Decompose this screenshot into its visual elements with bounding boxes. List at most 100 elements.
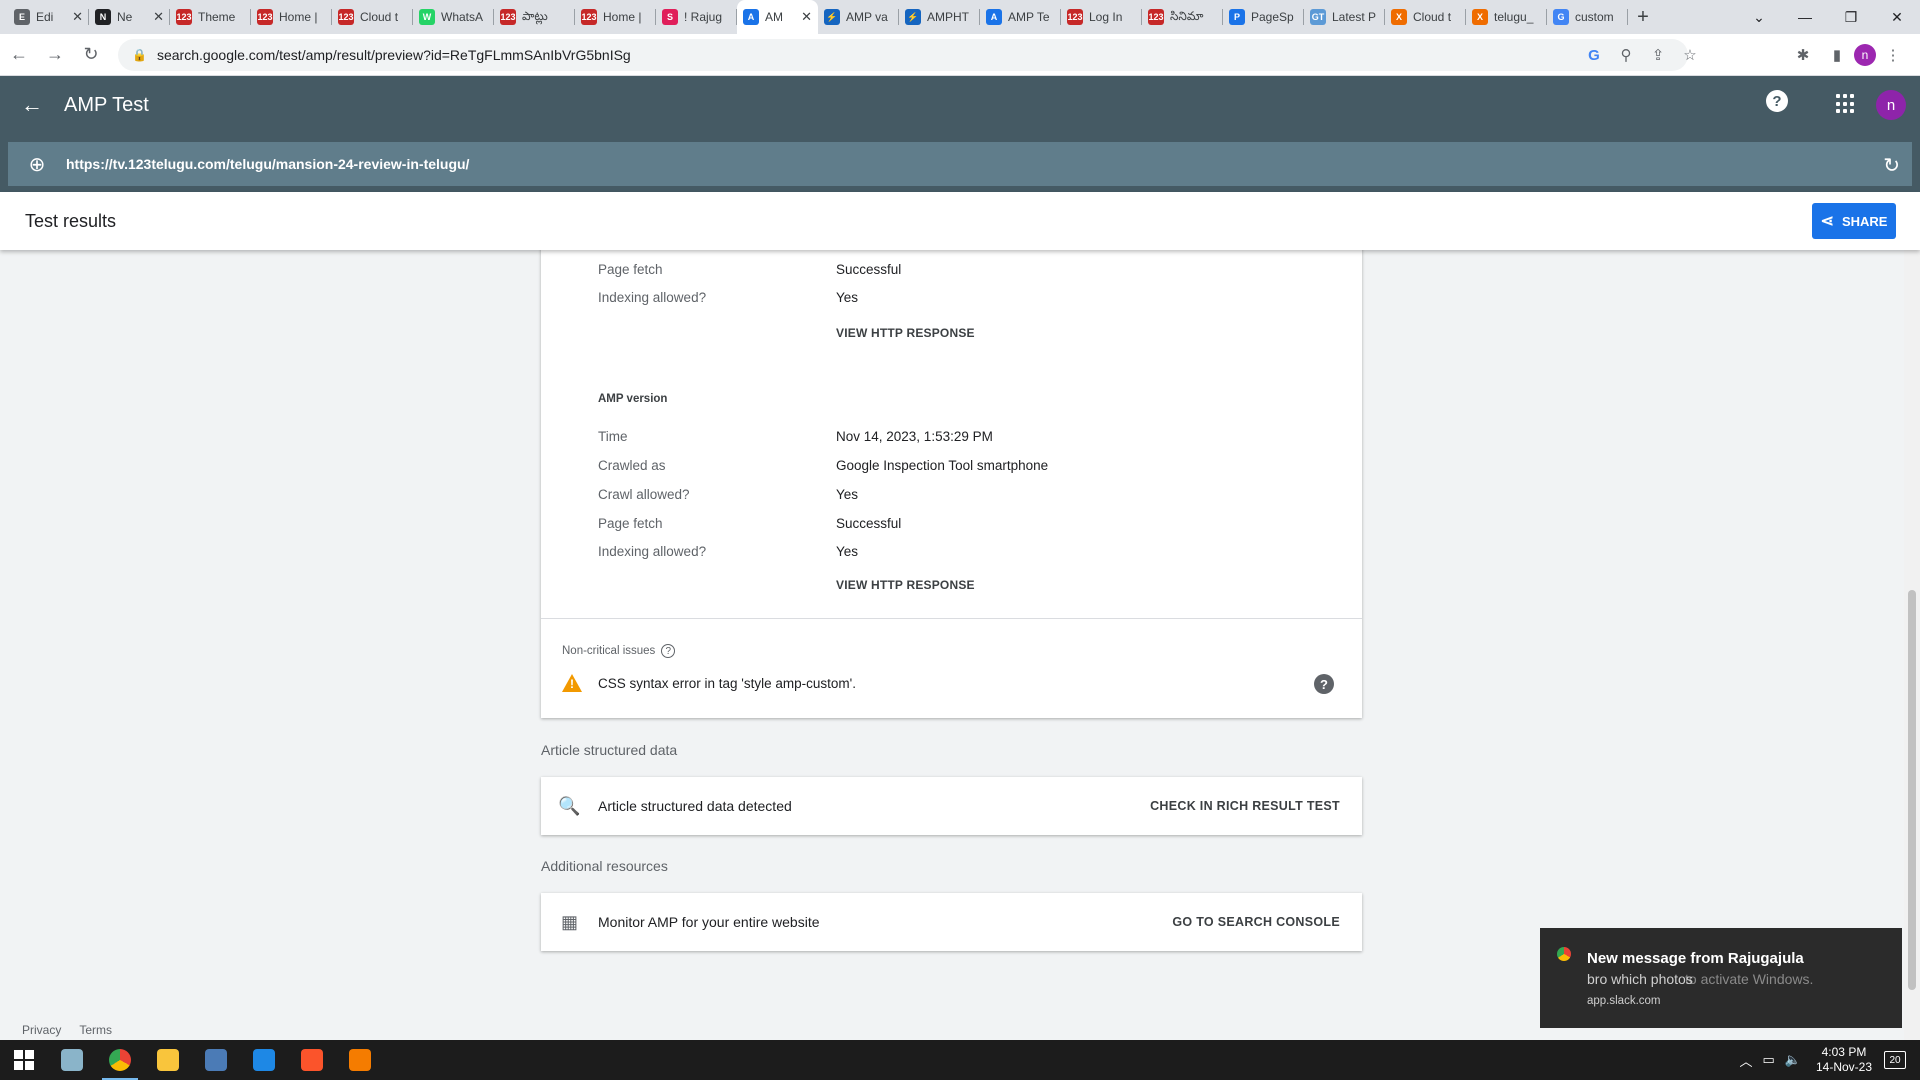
browser-tab[interactable]: Xtelugu_ <box>1466 0 1547 34</box>
browser-tab[interactable]: 123 Theme <box>170 0 251 34</box>
info-help-icon[interactable]: ? <box>661 644 676 658</box>
volume-icon[interactable]: 🔈 <box>1785 1052 1801 1068</box>
chrome-icon <box>1557 947 1571 961</box>
file-explorer-icon[interactable] <box>144 1040 192 1080</box>
browser-tab[interactable]: A AM ✕ <box>737 0 818 34</box>
issue-text[interactable]: CSS syntax error in tag 'style amp-custo… <box>598 676 856 691</box>
notepad-app-icon[interactable] <box>48 1040 96 1080</box>
tab-close-icon[interactable]: ✕ <box>72 9 83 25</box>
apps-grid-icon[interactable] <box>1836 94 1856 114</box>
system-tray: ︿ ▭ 🔈 4:03 PM 14-Nov-23 20 <box>1734 1040 1920 1080</box>
globe-icon: ⊕ <box>28 153 46 176</box>
calculator-app-icon[interactable] <box>192 1040 240 1080</box>
browser-tab[interactable]: 123 Home | <box>251 0 332 34</box>
vscode-app-icon[interactable] <box>240 1040 288 1080</box>
lock-icon[interactable]: 🔒 <box>132 48 147 62</box>
help-icon[interactable]: ? <box>1766 90 1788 112</box>
browser-tab[interactable]: Gcustom <box>1547 0 1628 34</box>
xampp-app-icon[interactable] <box>336 1040 384 1080</box>
menu-kebab-icon[interactable]: ⋮ <box>1876 38 1910 72</box>
account-avatar[interactable]: n <box>1876 90 1906 120</box>
page-scrollbar[interactable] <box>1904 250 1920 1040</box>
notification-toast[interactable]: New message from Rajugajula to activate … <box>1540 928 1902 1028</box>
bar-chart-icon: ▦ <box>560 911 578 932</box>
go-to-search-console-button[interactable]: GO TO SEARCH CONSOLE <box>1172 915 1340 929</box>
tab-favicon-icon: A <box>986 9 1002 25</box>
non-critical-issues-text: Non-critical issues <box>562 645 656 657</box>
privacy-link[interactable]: Privacy <box>22 1023 61 1037</box>
tab-favicon-icon: G <box>1553 9 1569 25</box>
browser-tab[interactable]: X Cloud t <box>1385 0 1466 34</box>
tab-favicon-icon: 123 <box>338 9 354 25</box>
browser-tab[interactable]: N Ne ✕ <box>89 0 170 34</box>
retest-icon[interactable]: ↻ <box>1883 153 1900 178</box>
forward-button[interactable]: → <box>38 38 72 72</box>
detail-key: Time <box>598 429 628 444</box>
browser-tab[interactable]: S ! Rajug <box>656 0 737 34</box>
tab-title: Cloud t <box>360 10 399 24</box>
profile-avatar[interactable]: n <box>1854 44 1876 66</box>
view-http-response-link[interactable]: VIEW HTTP RESPONSE <box>836 326 975 340</box>
windows-taskbar: ︿ ▭ 🔈 4:03 PM 14-Nov-23 20 <box>0 1040 1920 1080</box>
issue-help-icon[interactable]: ? <box>1314 674 1334 694</box>
browser-tab[interactable]: E Edi ✕ <box>8 0 89 34</box>
window-controls: ⌄ — ❐ ✕ <box>1736 0 1920 34</box>
app-back-arrow-icon[interactable]: ← <box>0 92 64 118</box>
back-button[interactable]: ← <box>2 38 36 72</box>
results-header: Test results ⋖ SHARE <box>0 192 1920 250</box>
terms-link[interactable]: Terms <box>79 1023 112 1037</box>
extensions-icon[interactable]: ✱ <box>1786 38 1820 72</box>
browser-tab[interactable]: 123 Log In <box>1061 0 1142 34</box>
start-button[interactable] <box>0 1040 48 1080</box>
tested-url[interactable]: https://tv.123telugu.com/telugu/mansion-… <box>66 156 469 172</box>
browser-tab[interactable]: 123 సినిమా <box>1142 0 1223 34</box>
tab-title: Home | <box>603 10 642 24</box>
tab-search-icon[interactable]: ⌄ <box>1736 0 1782 34</box>
brave-app-icon[interactable] <box>288 1040 336 1080</box>
share-button[interactable]: ⋖ SHARE <box>1812 203 1896 239</box>
check-rich-result-button[interactable]: CHECK IN RICH RESULT TEST <box>1150 799 1340 813</box>
browser-tab[interactable]: W WhatsA <box>413 0 494 34</box>
notification-center-icon[interactable]: 20 <box>1884 1051 1906 1069</box>
new-tab-button[interactable]: + <box>1628 0 1658 34</box>
tray-chevron-icon[interactable]: ︿ <box>1739 1051 1752 1070</box>
minimize-button[interactable]: — <box>1782 0 1828 34</box>
view-http-response-link[interactable]: VIEW HTTP RESPONSE <box>836 578 975 592</box>
scrollbar-thumb[interactable] <box>1908 590 1916 990</box>
detail-key: Crawl allowed? <box>598 487 690 502</box>
browser-tab[interactable]: ⚡ AMPHT <box>899 0 980 34</box>
browser-tab[interactable]: 123 Home | <box>575 0 656 34</box>
tab-close-icon[interactable]: ✕ <box>153 9 164 25</box>
browser-tab[interactable]: P PageSp <box>1223 0 1304 34</box>
network-icon[interactable]: ▭ <box>1762 1052 1774 1068</box>
tested-url-bar: ⊕ https://tv.123telugu.com/telugu/mansio… <box>8 142 1912 186</box>
tab-favicon-icon: 123 <box>1067 9 1083 25</box>
browser-tab[interactable]: A AMP Te <box>980 0 1061 34</box>
browser-tab[interactable]: 123 పాట్లు <box>494 0 575 34</box>
chrome-app-icon[interactable] <box>96 1040 144 1080</box>
browser-tab[interactable]: GT Latest P <box>1304 0 1385 34</box>
detail-value: Successful <box>836 262 902 277</box>
address-bar[interactable]: 🔒 search.google.com/test/amp/result/prev… <box>118 38 1688 71</box>
tab-title: AM <box>765 10 783 24</box>
browser-tabstrip: E Edi ✕ N Ne ✕ 123 Theme 123 Home | 123 Cloud t W Wha… <box>0 0 1920 34</box>
tab-title: custom <box>1575 10 1614 24</box>
bookmark-star-icon[interactable]: ☆ <box>1674 39 1706 71</box>
tab-close-icon[interactable]: ✕ <box>801 9 812 25</box>
browser-tab[interactable]: 123 Cloud t <box>332 0 413 34</box>
clock[interactable]: 4:03 PM 14-Nov-23 <box>1816 1045 1872 1075</box>
toolbar-right: ✱ ▮ n ⋮ <box>1786 38 1910 72</box>
restore-button[interactable]: ❐ <box>1828 0 1874 34</box>
browser-tab[interactable]: ⚡ AMP va <box>818 0 899 34</box>
address-text: search.google.com/test/amp/result/previe… <box>156 46 631 63</box>
tab-title: Theme <box>198 10 236 24</box>
zoom-icon[interactable]: ⚲ <box>1610 39 1642 71</box>
reload-button[interactable]: ↻ <box>74 38 108 72</box>
detail-key: Indexing allowed? <box>598 544 707 559</box>
google-icon[interactable]: G <box>1578 39 1610 71</box>
tab-favicon-icon: E <box>14 9 30 25</box>
close-window-button[interactable]: ✕ <box>1874 0 1920 34</box>
side-panel-icon[interactable]: ▮ <box>1820 38 1854 72</box>
share-page-icon[interactable]: ⇪ <box>1642 39 1674 71</box>
document-search-icon: 🔍 <box>558 795 581 816</box>
